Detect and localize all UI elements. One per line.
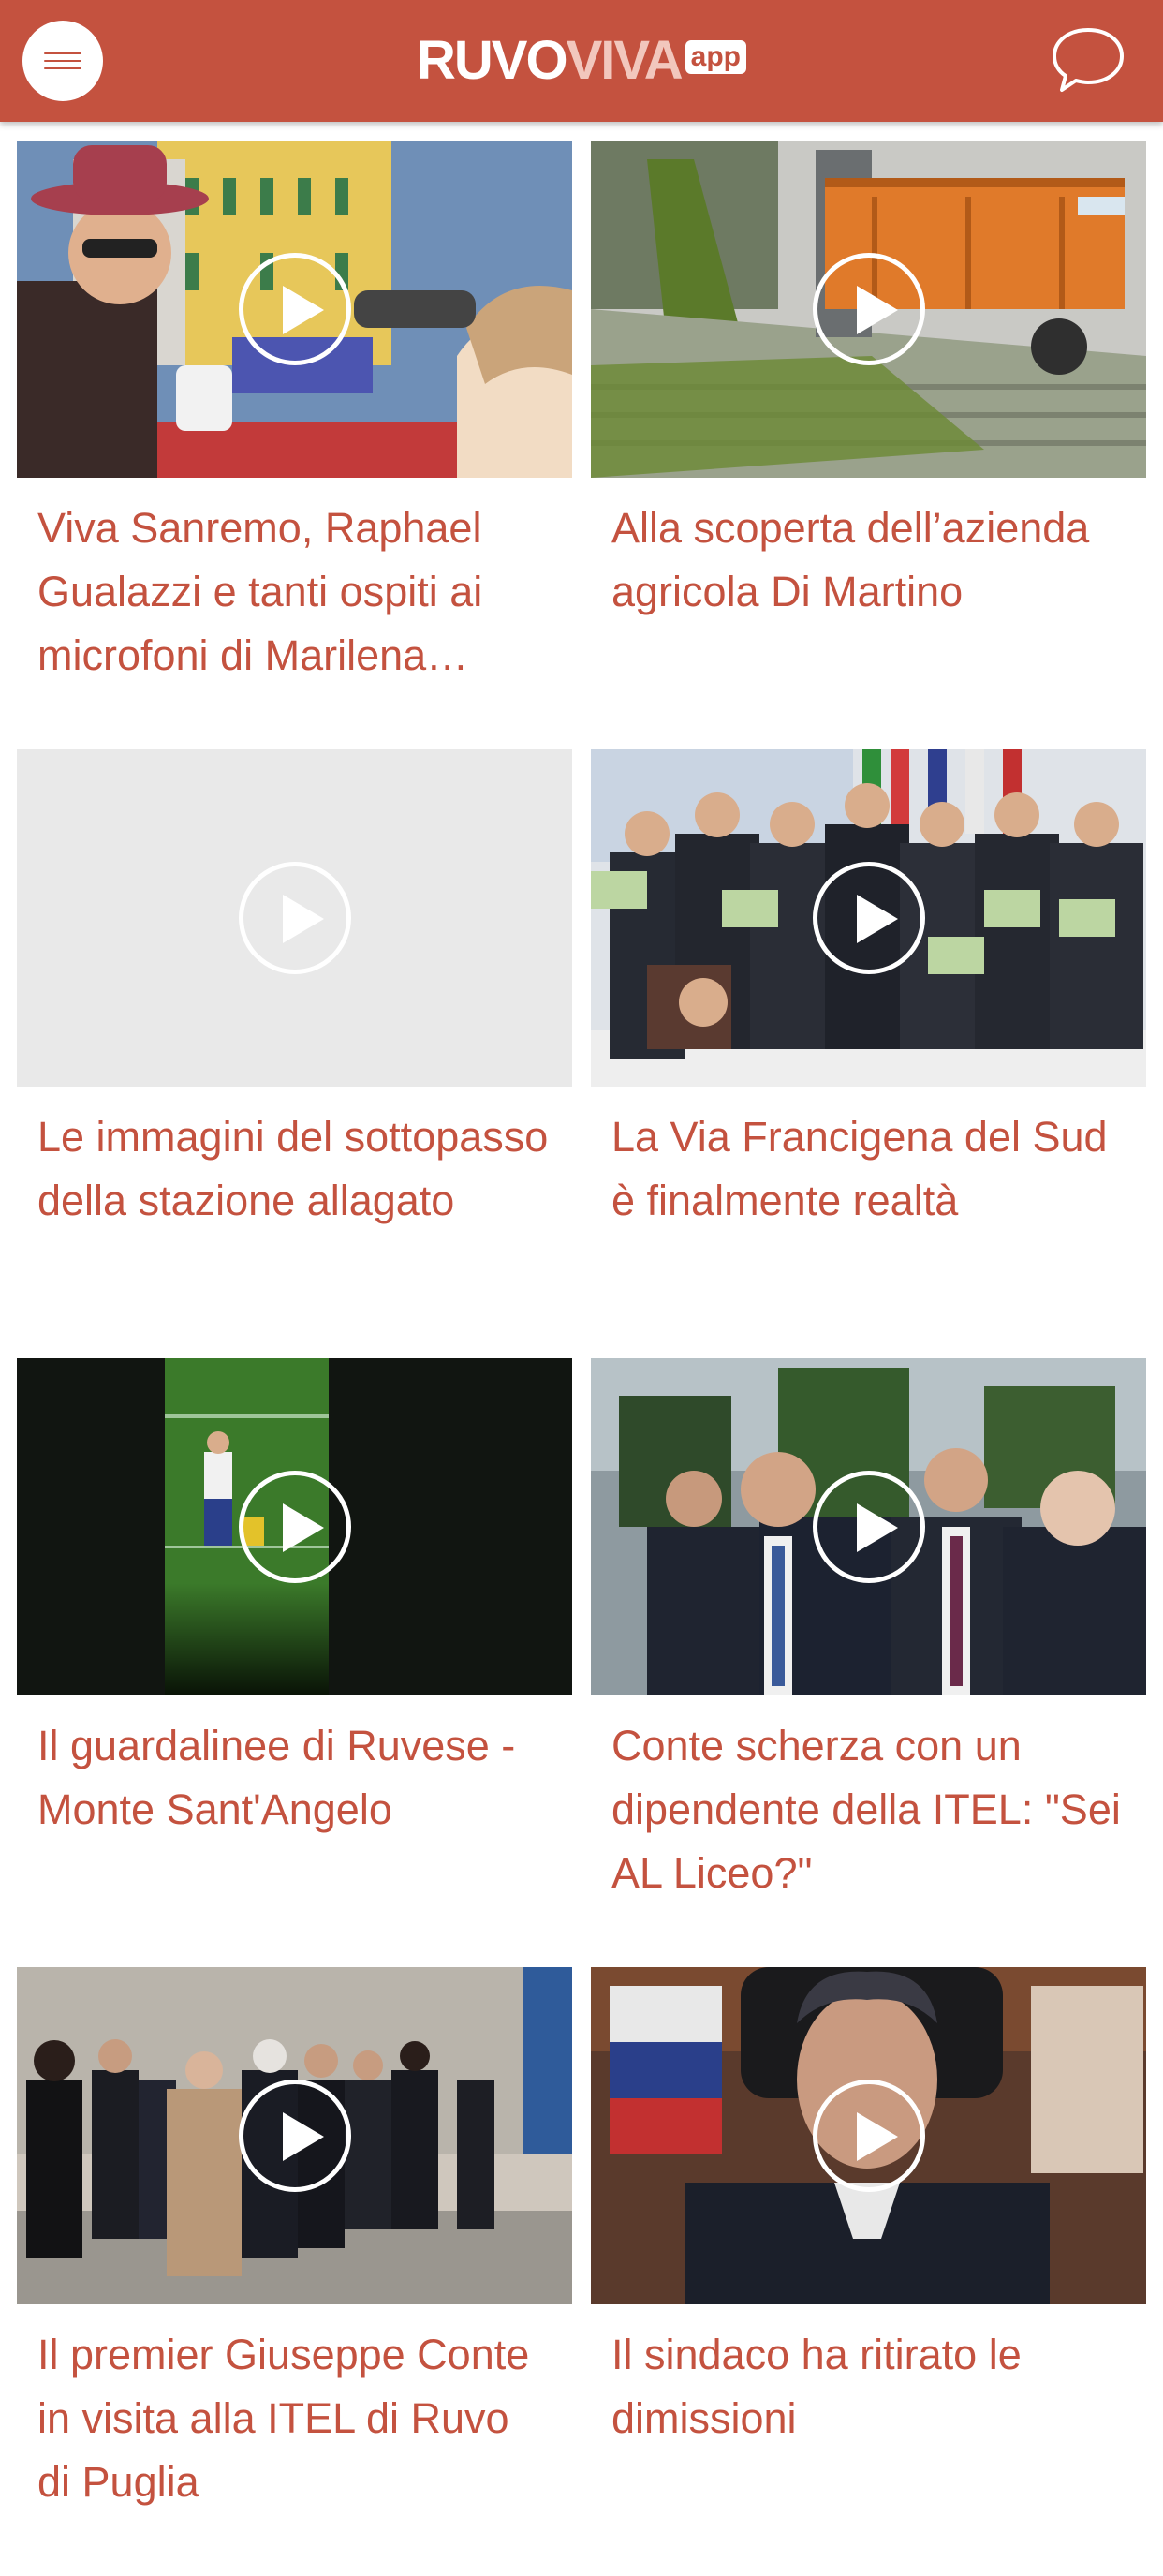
video-card[interactable]: Il premier Giuseppe Conte in visita alla… [17,1967,572,2576]
video-thumbnail[interactable] [591,141,1146,478]
video-thumbnail[interactable] [17,1967,572,2304]
play-icon[interactable] [238,2080,351,2192]
video-thumbnail[interactable] [591,1967,1146,2304]
top-app-bar: RUVO VIVA app [0,0,1163,122]
video-title[interactable]: Il guardalinee di Ruvese - Monte Sant'An… [37,1714,552,1842]
logo-part-1: RUVO [417,30,568,91]
video-thumbnail[interactable] [17,141,572,478]
app-logo[interactable]: RUVO VIVA app [417,32,746,90]
play-icon[interactable] [812,862,925,974]
video-card[interactable]: Il guardalinee di Ruvese - Monte Sant'An… [17,1358,572,1967]
video-card[interactable]: La Via Francigena del Sud è finalmente r… [591,749,1146,1358]
video-card[interactable]: Viva Sanremo, Raphael Gualazzi e tanti o… [17,141,572,749]
video-title[interactable]: Il premier Giuseppe Conte in visita alla… [37,2323,552,2514]
video-title[interactable]: Viva Sanremo, Raphael Gualazzi e tanti o… [37,496,552,688]
video-card[interactable]: Alla scoperta dell’azienda agricola Di M… [591,141,1146,749]
video-card[interactable]: Il sindaco ha ritirato le dimissioni [591,1967,1146,2576]
video-thumbnail[interactable] [591,1358,1146,1695]
video-thumbnail[interactable] [17,749,572,1087]
video-card[interactable]: Conte scherza con un dipendente della IT… [591,1358,1146,1967]
play-icon[interactable] [238,253,351,365]
video-title[interactable]: Conte scherza con un dipendente della IT… [611,1714,1126,1905]
video-thumbnail[interactable] [17,1358,572,1695]
hamburger-menu-icon[interactable] [22,21,103,101]
video-title[interactable]: Le immagini del sottopasso della stazion… [37,1105,552,1233]
video-title[interactable]: La Via Francigena del Sud è finalmente r… [611,1105,1126,1233]
video-title[interactable]: Il sindaco ha ritirato le dimissioni [611,2323,1126,2450]
play-icon[interactable] [812,1471,925,1583]
video-title[interactable]: Alla scoperta dell’azienda agricola Di M… [611,496,1126,624]
play-icon[interactable] [238,862,351,974]
play-icon[interactable] [812,253,925,365]
chat-bubble-icon[interactable] [1051,24,1126,96]
play-icon[interactable] [238,1471,351,1583]
video-grid: Viva Sanremo, Raphael Gualazzi e tanti o… [17,141,1146,2576]
video-card[interactable]: Le immagini del sottopasso della stazion… [17,749,572,1358]
logo-part-2: VIVA [566,30,684,91]
play-icon[interactable] [812,2080,925,2192]
video-thumbnail[interactable] [591,749,1146,1087]
logo-app-badge: app [685,40,746,74]
